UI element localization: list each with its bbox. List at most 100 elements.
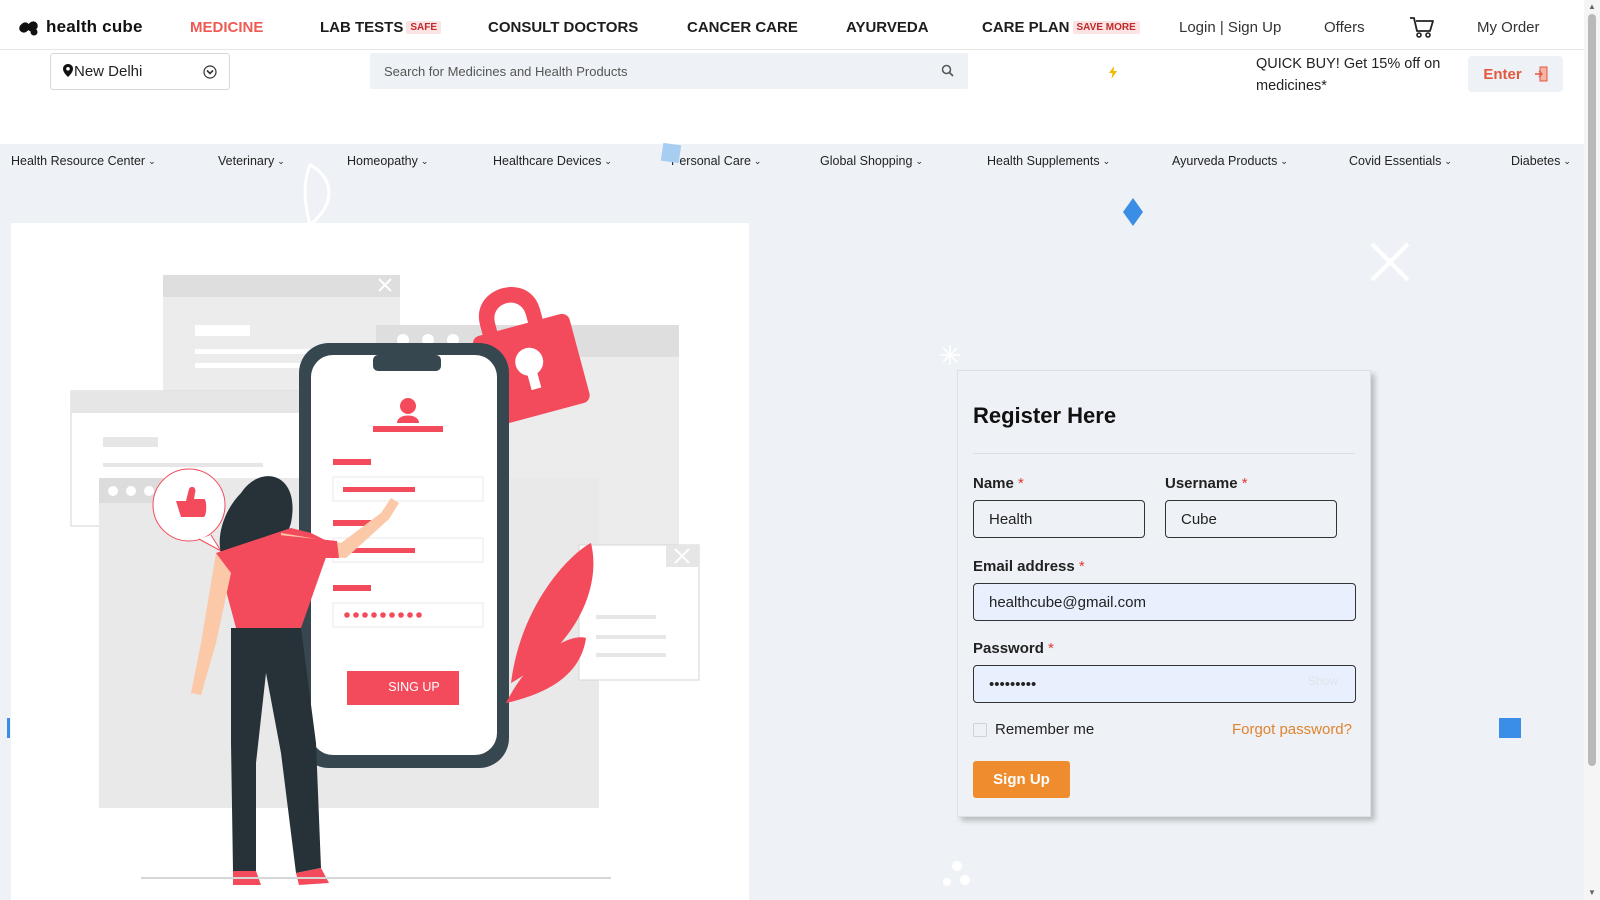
- category-label: Global Shopping: [820, 154, 913, 168]
- signup-illustration: SING UP: [11, 223, 749, 900]
- safe-badge: SAFE: [406, 21, 442, 34]
- chevron-down-icon: ⌄: [1444, 156, 1452, 166]
- search-bar: [370, 53, 968, 89]
- nav-ayurveda[interactable]: AYURVEDA: [846, 19, 929, 36]
- brand-logo[interactable]: health cube: [18, 17, 143, 37]
- cart-button[interactable]: [1409, 15, 1435, 43]
- name-label-text: Name: [973, 475, 1014, 492]
- location-selector[interactable]: New Delhi: [50, 53, 230, 90]
- password-wrapper: Show: [973, 665, 1356, 703]
- category-label: Health Supplements: [987, 154, 1100, 168]
- sub-header: New Delhi QUICK BUY! Get 15% off on medi…: [0, 50, 1584, 144]
- forgot-password-link[interactable]: Forgot password?: [1232, 721, 1352, 738]
- my-order-link[interactable]: My Order: [1477, 19, 1540, 36]
- chevron-down-icon: ⌄: [420, 156, 429, 166]
- nav-consult-doctors[interactable]: CONSULT DOCTORS: [488, 19, 638, 36]
- search-icon[interactable]: [941, 64, 954, 82]
- decor-diamond: [1123, 198, 1143, 226]
- remember-checkbox[interactable]: [973, 722, 987, 737]
- register-title: Register Here: [973, 403, 1117, 428]
- nav-lab-tests[interactable]: LAB TESTS SAFE: [320, 19, 442, 36]
- required-mark: *: [1048, 640, 1054, 657]
- username-field[interactable]: [1165, 500, 1337, 538]
- email-label: Email address *: [973, 558, 1085, 575]
- chevron-down-icon: ⌄: [1280, 156, 1288, 166]
- decor-blue-square: [1499, 718, 1521, 738]
- category-label: Homeopathy: [347, 154, 418, 168]
- nav-cancer-care[interactable]: CANCER CARE: [687, 19, 798, 36]
- search-input[interactable]: [384, 63, 954, 79]
- email-label-text: Email address: [973, 558, 1075, 575]
- signup-illustration-art: [70, 275, 700, 885]
- register-card: Register Here Name * Username * Email ad…: [957, 370, 1371, 817]
- nav-ayurveda-label: AYURVEDA: [846, 19, 929, 36]
- login-signup-link[interactable]: Login | Sign Up: [1179, 19, 1281, 36]
- password-label-text: Password: [973, 640, 1044, 657]
- chevron-down-icon: ⌄: [277, 156, 285, 166]
- chevron-down-icon: ⌄: [148, 156, 156, 166]
- decor-cross: [1370, 242, 1410, 282]
- scroll-down-icon[interactable]: ▼: [1588, 888, 1596, 897]
- category-health-supplements[interactable]: Health Supplements ⌄: [987, 154, 1110, 168]
- remember-me[interactable]: Remember me: [973, 721, 1094, 738]
- category-label: Healthcare Devices: [493, 154, 602, 168]
- show-password-toggle[interactable]: Show: [1308, 674, 1338, 688]
- decor-dots: [943, 861, 970, 886]
- save-more-badge: SAVE MORE: [1072, 21, 1140, 34]
- category-label: Covid Essentials: [1349, 154, 1442, 168]
- password-label: Password *: [973, 640, 1054, 657]
- decor-leaf-outline: [303, 162, 331, 228]
- enter-label: Enter: [1483, 65, 1522, 83]
- password-field[interactable]: [973, 665, 1356, 703]
- chevron-down-icon: ⌄: [753, 156, 762, 166]
- divider: [973, 453, 1355, 454]
- location-pin-icon: [63, 63, 73, 80]
- scrollbar-thumb[interactable]: [1588, 14, 1596, 766]
- illustration-signup-button-label: SING UP: [388, 680, 440, 694]
- offers-link[interactable]: Offers: [1324, 19, 1365, 36]
- category-ayurveda-products[interactable]: Ayurveda Products ⌄: [1172, 154, 1288, 168]
- nav-medicine-label: MEDICINE: [190, 19, 264, 36]
- username-label: Username *: [1165, 475, 1248, 492]
- chevron-down-icon: ⌄: [915, 156, 923, 166]
- top-navbar: health cube MEDICINE LAB TESTS SAFE CONSU…: [0, 0, 1584, 50]
- nav-care-plan-label: CARE PLAN: [982, 19, 1070, 36]
- scroll-up-icon[interactable]: ▲: [1588, 2, 1596, 11]
- decor-sparkle: [940, 345, 960, 365]
- nav-medicine[interactable]: MEDICINE: [190, 19, 263, 36]
- cart-icon: [1410, 17, 1434, 38]
- health-cube-logo-icon: [19, 21, 38, 36]
- chevron-down-icon: ⌄: [604, 156, 612, 166]
- category-covid-essentials[interactable]: Covid Essentials ⌄: [1349, 154, 1452, 168]
- category-label: Ayurveda Products: [1172, 154, 1278, 168]
- username-label-text: Username: [1165, 475, 1238, 492]
- door-enter-icon: [1534, 66, 1548, 82]
- decor-square: [660, 142, 682, 164]
- required-mark: *: [1018, 475, 1024, 492]
- nav-consult-doctors-label: CONSULT DOCTORS: [488, 19, 639, 36]
- brand-name: health cube: [46, 17, 143, 36]
- chevron-down-icon: ⌄: [1102, 156, 1111, 166]
- chevron-down-icon: [203, 65, 217, 83]
- nav-care-plan[interactable]: CARE PLAN SAVE MORE: [982, 19, 1140, 36]
- page-scrollbar[interactable]: ▲ ▼: [1584, 0, 1600, 900]
- lightning-icon: [1109, 66, 1117, 82]
- category-label: Diabetes: [1511, 154, 1561, 168]
- category-label: Veterinary: [218, 154, 275, 168]
- category-healthcare-devices[interactable]: Healthcare Devices ⌄: [493, 154, 612, 168]
- sign-up-button[interactable]: Sign Up: [973, 761, 1070, 798]
- category-diabetes[interactable]: Diabetes ⌄: [1511, 154, 1571, 168]
- category-homeopathy[interactable]: Homeopathy ⌄: [347, 154, 428, 168]
- category-personal-care[interactable]: Personal Care ⌄: [671, 154, 761, 168]
- enter-button[interactable]: Enter: [1468, 56, 1563, 92]
- category-global-shopping[interactable]: Global Shopping ⌄: [820, 154, 923, 168]
- nav-lab-tests-label: LAB TESTS: [320, 19, 404, 36]
- category-veterinary[interactable]: Veterinary ⌄: [218, 154, 285, 168]
- category-health-resource-center[interactable]: Health Resource Center ⌄: [11, 154, 156, 168]
- name-label: Name *: [973, 475, 1024, 492]
- nav-cancer-care-label: CANCER CARE: [687, 19, 798, 36]
- category-label: Health Resource Center: [11, 154, 146, 168]
- remember-label: Remember me: [995, 721, 1095, 738]
- email-field[interactable]: [973, 583, 1356, 621]
- name-field[interactable]: [973, 500, 1145, 538]
